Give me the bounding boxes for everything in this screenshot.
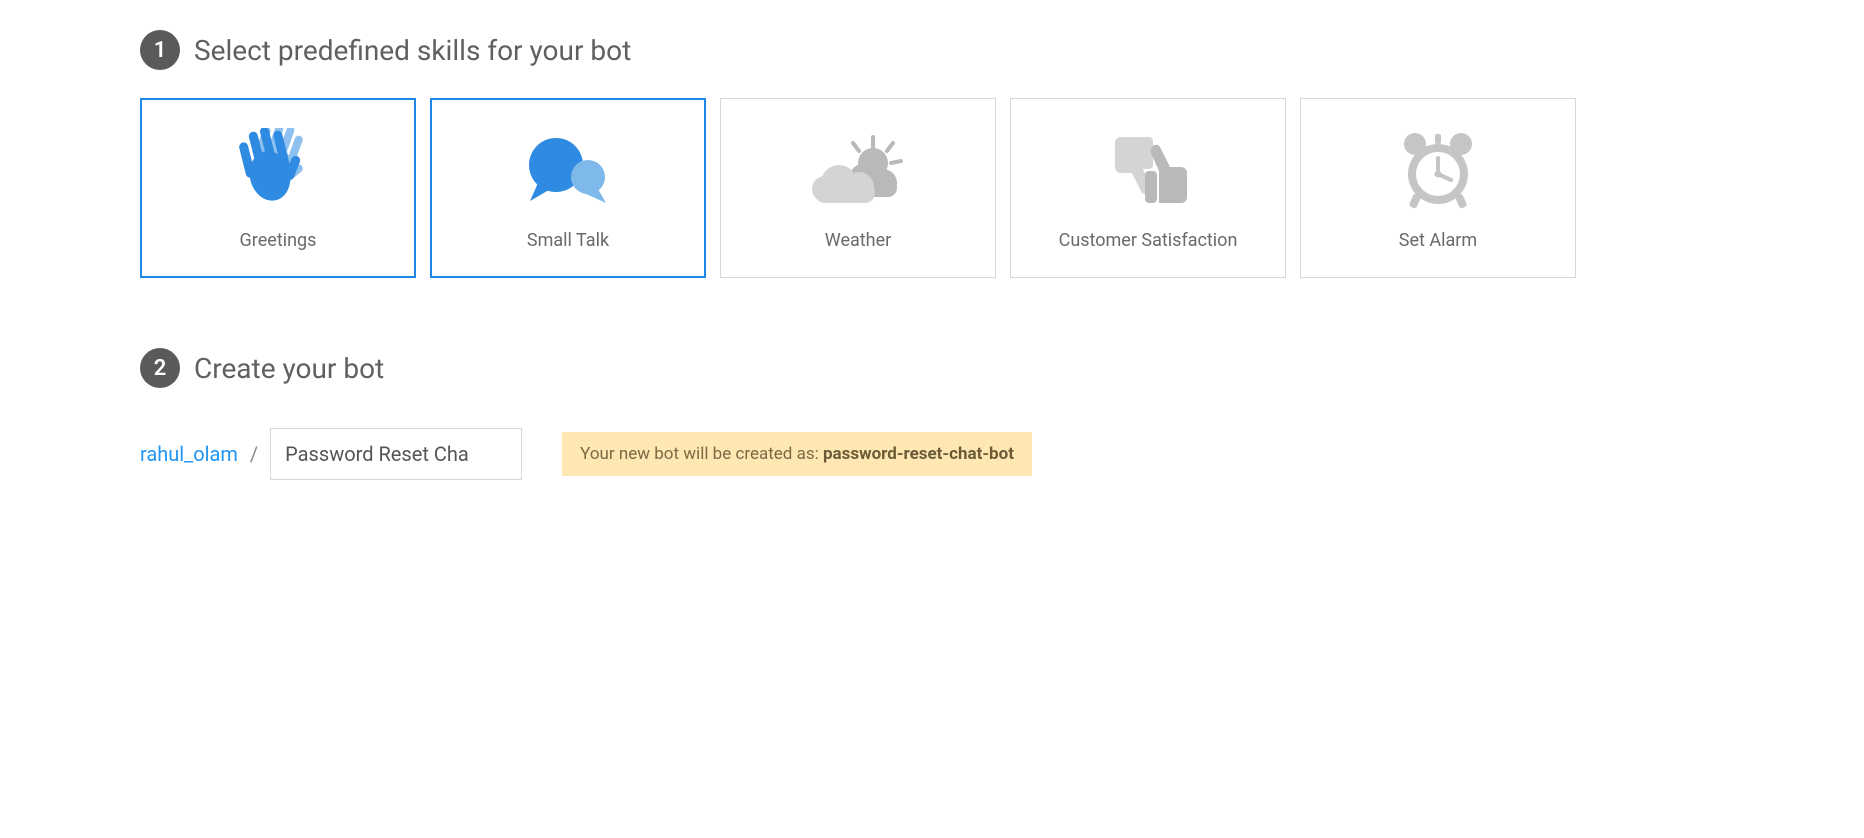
- skill-label: Weather: [825, 230, 891, 251]
- thumbs-icon: [1093, 126, 1203, 216]
- chat-icon: [518, 126, 618, 216]
- step-2-title: Create your bot: [194, 352, 384, 385]
- skill-card-weather[interactable]: Weather: [720, 98, 996, 278]
- skill-card-set-alarm[interactable]: Set Alarm: [1300, 98, 1576, 278]
- step-2-header: 2 Create your bot: [140, 348, 1724, 388]
- bot-name-input[interactable]: [270, 428, 522, 480]
- bot-slug-notice: Your new bot will be created as: passwor…: [562, 432, 1032, 476]
- notice-slug: password-reset-chat-bot: [823, 444, 1014, 464]
- step-2-badge: 2: [140, 348, 180, 388]
- step-1-header: 1 Select predefined skills for your bot: [140, 30, 1724, 70]
- notice-prefix: Your new bot will be created as:: [580, 444, 823, 464]
- skill-card-greetings[interactable]: Greetings: [140, 98, 416, 278]
- skills-grid: Greetings Small Talk: [140, 98, 1724, 278]
- username-link[interactable]: rahul_olam: [140, 442, 238, 466]
- skill-label: Greetings: [240, 230, 317, 251]
- path-separator: /: [250, 442, 258, 466]
- skill-card-small-talk[interactable]: Small Talk: [430, 98, 706, 278]
- weather-icon: [803, 126, 913, 216]
- step-1-title: Select predefined skills for your bot: [194, 34, 631, 67]
- create-bot-row: rahul_olam / Your new bot will be create…: [140, 428, 1724, 480]
- skill-card-customer-satisfaction[interactable]: Customer Satisfaction: [1010, 98, 1286, 278]
- step-1-badge: 1: [140, 30, 180, 70]
- skill-label: Set Alarm: [1399, 230, 1477, 251]
- skill-label: Small Talk: [527, 230, 609, 251]
- skill-label: Customer Satisfaction: [1059, 230, 1238, 251]
- alarm-icon: [1393, 126, 1483, 216]
- hands-icon: [223, 126, 333, 216]
